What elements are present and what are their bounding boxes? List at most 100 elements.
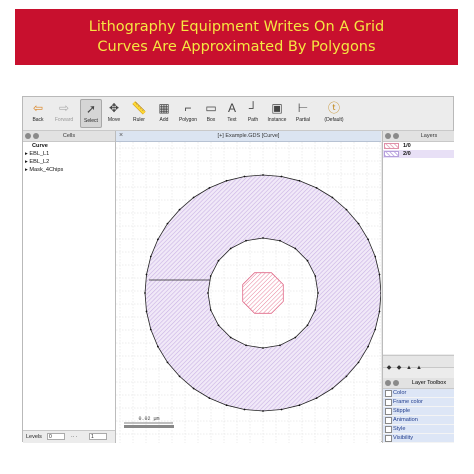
layer-swatch: [384, 151, 399, 157]
close-icon[interactable]: [385, 380, 391, 386]
move-label: Move: [107, 117, 121, 123]
vertex-point: [378, 310, 381, 313]
vertex-point: [229, 247, 232, 250]
move-cross-icon: ✥: [108, 101, 120, 115]
vertex-point: [306, 324, 309, 327]
vertex-point: [294, 336, 297, 339]
expand-triangle-icon[interactable]: ▸: [25, 151, 28, 157]
cell-item-label: Mask_4Chips: [29, 167, 64, 173]
toolbox-animation[interactable]: Animation: [383, 416, 454, 425]
mode-icon: ⓣ: [327, 101, 340, 115]
toolbox-color[interactable]: Color: [383, 389, 454, 398]
scale-bar: 0.02 µm: [124, 416, 174, 428]
checkbox[interactable]: [385, 390, 392, 397]
vertex-point: [149, 255, 152, 258]
center-octagon[interactable]: [242, 272, 284, 314]
vertex-point: [357, 222, 360, 225]
vertex-point: [314, 275, 317, 277]
vertex-point: [315, 187, 318, 189]
vertex-point: [225, 179, 228, 182]
add-icon: ▦: [158, 101, 170, 115]
back-button[interactable]: ⇦ Back: [25, 99, 51, 128]
vertex-point: [345, 375, 348, 378]
vertex-point: [243, 408, 246, 411]
box-button[interactable]: ▭ Box: [201, 99, 221, 128]
layers-header: Layers: [383, 131, 454, 142]
cells-title: Cells: [62, 133, 76, 139]
ruler-button[interactable]: 📏 Ruler: [126, 99, 152, 128]
layer-up-icon[interactable]: ◆: [395, 364, 403, 372]
toolbox-frame-color[interactable]: Frame color: [383, 398, 454, 407]
box-label: Box: [206, 117, 216, 123]
toolbox-label: Frame color: [393, 399, 423, 405]
vertex-point: [279, 344, 281, 347]
levels-to-input[interactable]: 1: [89, 433, 107, 440]
move-button[interactable]: ✥ Move: [103, 99, 125, 128]
cell-item-ebl-l2[interactable]: ▸ EBL_L2: [23, 158, 115, 166]
close-tab-icon[interactable]: ×: [119, 131, 123, 141]
ruler-icon: 📏: [131, 101, 147, 115]
vertex-point: [144, 292, 146, 294]
levels-from-input[interactable]: 0: [47, 433, 65, 440]
vertex-point: [166, 222, 169, 225]
vertex-point: [357, 361, 360, 364]
layer-front-icon[interactable]: ▲: [405, 364, 413, 372]
polygon-icon: ⌐: [184, 101, 192, 115]
back-label: Back: [32, 117, 44, 123]
instance-icon: ▣: [271, 101, 283, 115]
float-icon[interactable]: [393, 133, 399, 139]
toolbox-visibility[interactable]: Visibility: [383, 434, 454, 443]
vertex-point: [192, 387, 195, 390]
forward-button[interactable]: ⇨ Forward: [49, 99, 79, 128]
layer-row-2-0[interactable]: 2/0: [383, 150, 454, 158]
vertex-point: [280, 175, 283, 178]
vertex-point: [225, 404, 228, 407]
banner-line-2: Curves Are Approximated By Polygons: [97, 39, 376, 55]
layer-back-icon[interactable]: ▲: [415, 364, 423, 372]
select-button[interactable]: ➚ Select: [80, 99, 102, 128]
vertex-point: [209, 309, 212, 311]
partial-button[interactable]: ⊢ Partial: [291, 99, 315, 128]
canvas-tab-title: [+] Example.GDS [Curve]: [217, 133, 280, 139]
text-button[interactable]: A Text: [222, 99, 242, 128]
vertex-point: [262, 237, 264, 239]
cell-item-curve[interactable]: Curve: [23, 142, 115, 150]
instance-button[interactable]: ▣ Instance: [264, 99, 290, 128]
float-icon[interactable]: [393, 380, 399, 386]
layer-row-1-0[interactable]: 1/0: [383, 142, 454, 150]
toolbox-label: Color: [393, 390, 407, 396]
toolbox-label: Animation: [393, 417, 418, 423]
layer-swatch: [384, 143, 399, 149]
vertex-point: [315, 397, 318, 399]
partial-label: Partial: [295, 117, 311, 123]
checkbox[interactable]: [385, 435, 392, 442]
checkbox[interactable]: [385, 426, 392, 433]
add-button[interactable]: ▦ Add: [153, 99, 175, 128]
cell-item-ebl-l1[interactable]: ▸ EBL_L1: [23, 150, 115, 158]
vertex-point: [280, 408, 283, 411]
vertex-point: [157, 238, 159, 241]
polygon-button[interactable]: ⌐ Polygon: [176, 99, 200, 128]
checkbox[interactable]: [385, 399, 392, 406]
checkbox[interactable]: [385, 417, 392, 424]
layout-canvas[interactable]: 0.02 µm: [116, 142, 381, 443]
toolbox-stipple[interactable]: Stipple: [383, 407, 454, 416]
layer-down-icon[interactable]: ◆: [385, 364, 393, 372]
path-button[interactable]: ┘ Path: [243, 99, 263, 128]
expand-triangle-icon[interactable]: ▸: [25, 159, 28, 165]
expand-triangle-icon[interactable]: ▸: [25, 167, 28, 173]
canvas-tab[interactable]: × [+] Example.GDS [Curve]: [116, 131, 381, 142]
default-mode-button[interactable]: ⓣ (Default): [319, 99, 349, 128]
vertex-point: [208, 187, 211, 189]
vertex-point: [331, 387, 334, 390]
vertex-point: [306, 259, 309, 262]
text-label: Text: [227, 117, 237, 123]
vertex-point: [149, 328, 152, 331]
cell-item-mask-4chips[interactable]: ▸ Mask_4Chips: [23, 166, 115, 174]
vertex-point: [298, 179, 301, 182]
vertex-point: [345, 208, 348, 211]
toolbox-style[interactable]: Style: [383, 425, 454, 434]
close-icon[interactable]: [385, 133, 391, 139]
layer-tools-bar: ◆ ◆ ▲ ▲: [383, 355, 454, 371]
checkbox[interactable]: [385, 408, 392, 415]
